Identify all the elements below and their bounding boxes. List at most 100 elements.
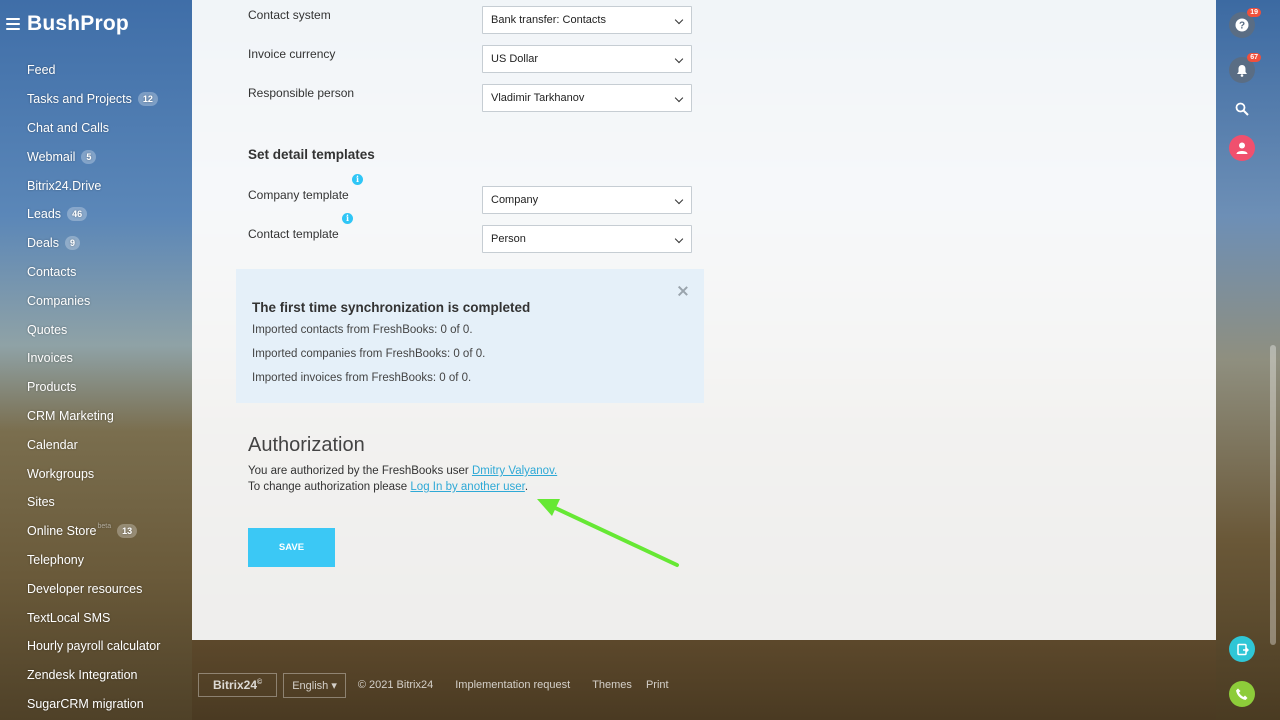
footer-link-implementation[interactable]: Implementation request [455, 679, 570, 691]
counter-badge: 46 [67, 207, 88, 222]
sidebar-item-products[interactable]: Products [27, 373, 160, 402]
footer-brand-text: Bitrix24 [213, 678, 258, 692]
footer: Bitrix24© English ▾ © 2021 Bitrix24 Impl… [198, 671, 669, 699]
sidebar-item-label: Invoices [27, 351, 73, 366]
select-value: US Dollar [491, 53, 539, 65]
sidebar-item-drive[interactable]: Bitrix24.Drive [27, 171, 160, 200]
sidebar-item-label: SugarCRM migration [27, 696, 144, 711]
notifications-button[interactable]: 67 [1229, 53, 1261, 83]
sidebar-item-quotes[interactable]: Quotes [27, 315, 160, 344]
sidebar-item-contacts[interactable]: Contacts [27, 258, 160, 287]
sidebar-item-chat[interactable]: Chat and Calls [27, 114, 160, 143]
beta-label: beta [97, 522, 112, 530]
menu-burger-icon[interactable] [6, 18, 20, 30]
chevron-down-icon [674, 54, 684, 64]
invoice-currency-label: Invoice currency [248, 47, 336, 61]
company-template-select[interactable]: Company [482, 186, 692, 214]
main-panel: Contact system Bank transfer: Contacts I… [192, 0, 1216, 640]
sidebar-item-label: Sites [27, 495, 55, 510]
sidebar-item-telephony[interactable]: Telephony [27, 546, 160, 575]
invoice-currency-select[interactable]: US Dollar [482, 45, 692, 73]
responsible-person-select[interactable]: Vladimir Tarkhanov [482, 84, 692, 112]
sidebar-item-webmail[interactable]: Webmail 5 [27, 142, 160, 171]
info-icon[interactable]: i [352, 174, 363, 185]
sidebar-item-label: Products [27, 380, 77, 395]
notifications-badge: 67 [1247, 53, 1261, 62]
contact-system-label: Contact system [248, 8, 331, 22]
open-lines-button[interactable] [1229, 636, 1255, 662]
sync-notice: The first time synchronization is comple… [236, 269, 704, 403]
contact-system-select[interactable]: Bank transfer: Contacts [482, 6, 692, 34]
chevron-down-icon [674, 15, 684, 25]
auth-change-text: To change authorization please [248, 481, 411, 493]
footer-brand-mark: © [257, 679, 263, 686]
user-avatar[interactable] [1229, 135, 1255, 161]
sidebar-menu: Feed Tasks and Projects 12 Chat and Calls… [27, 56, 160, 718]
search-button[interactable] [1229, 96, 1255, 122]
counter-badge: 5 [81, 149, 97, 164]
sidebar-item-textlocal-sms[interactable]: TextLocal SMS [27, 603, 160, 632]
sidebar-item-tasks[interactable]: Tasks and Projects 12 [27, 85, 160, 114]
sidebar-item-label: Calendar [27, 437, 78, 452]
sidebar-item-label: Contacts [27, 264, 77, 279]
auth-change-suffix: . [524, 481, 529, 493]
sidebar-item-label: Feed [27, 63, 56, 78]
counter-badge: 12 [137, 92, 158, 107]
notice-title: The first time synchronization is comple… [252, 300, 531, 315]
sidebar-item-sugarcrm[interactable]: SugarCRM migration [27, 690, 160, 719]
footer-brand[interactable]: Bitrix24© [198, 673, 278, 697]
select-value: Person [491, 233, 526, 245]
sidebar-item-zendesk[interactable]: Zendesk Integration [27, 661, 160, 690]
sidebar-item-label: Telephony [27, 552, 84, 567]
document-icon [1236, 643, 1249, 655]
bell-icon [1237, 64, 1247, 77]
footer-link-themes[interactable]: Themes [592, 679, 632, 691]
user-icon [1236, 142, 1248, 154]
sidebar-item-label: Online Store [27, 524, 97, 539]
left-sidebar: BushProp Feed Tasks and Projects 12 Chat … [0, 0, 192, 720]
sidebar-item-invoices[interactable]: Invoices [27, 344, 160, 373]
contact-template-select[interactable]: Person [482, 225, 692, 253]
chevron-down-icon [674, 93, 684, 103]
sidebar-item-companies[interactable]: Companies [27, 286, 160, 315]
sidebar-item-label: Webmail [27, 149, 76, 164]
sidebar-item-sites[interactable]: Sites [27, 488, 160, 517]
info-icon[interactable]: i [342, 213, 353, 224]
notice-line: Imported companies from FreshBooks: 0 of… [252, 348, 486, 360]
sidebar-item-online-store[interactable]: Online Store beta 13 [27, 517, 160, 546]
phone-icon [1236, 688, 1248, 700]
save-button[interactable]: SAVE [248, 528, 335, 567]
sidebar-item-deals[interactable]: Deals 9 [27, 229, 160, 258]
sidebar-item-leads[interactable]: Leads 46 [27, 200, 160, 229]
footer-link-print[interactable]: Print [646, 679, 669, 691]
authorized-user-link[interactable]: Dmitry Valyanov. [472, 465, 557, 477]
sidebar-item-payroll-calculator[interactable]: Hourly payroll calculator [27, 632, 160, 661]
sidebar-item-calendar[interactable]: Calendar [27, 430, 160, 459]
sidebar-item-developer-resources[interactable]: Developer resources [27, 574, 160, 603]
sidebar-item-crm-marketing[interactable]: CRM Marketing [27, 402, 160, 431]
call-button[interactable] [1229, 681, 1255, 707]
search-icon [1235, 102, 1249, 116]
sidebar-item-feed[interactable]: Feed [27, 56, 160, 85]
auth-status-line: You are authorized by the FreshBooks use… [248, 465, 557, 477]
footer-copyright: © 2021 Bitrix24 [357, 679, 434, 691]
page-scrollbar[interactable] [1270, 345, 1276, 645]
sidebar-item-label: TextLocal SMS [27, 610, 111, 625]
help-button[interactable]: ? 19 [1229, 8, 1261, 38]
svg-text:?: ? [1239, 21, 1245, 32]
sidebar-item-label: Leads [27, 207, 62, 222]
responsible-person-label: Responsible person [248, 86, 355, 100]
company-template-label: Company template [248, 188, 349, 202]
app-logo[interactable]: BushProp [27, 12, 129, 36]
language-selector[interactable]: English ▾ [283, 672, 346, 698]
login-another-user-link[interactable]: Log In by another user [410, 481, 524, 493]
close-icon[interactable] [678, 286, 688, 296]
help-badge: 19 [1247, 8, 1261, 17]
chevron-down-icon [674, 195, 684, 205]
language-label: English [292, 679, 329, 692]
sidebar-item-label: Deals [27, 236, 59, 251]
notice-line: Imported contacts from FreshBooks: 0 of … [252, 324, 473, 336]
sidebar-item-label: Developer resources [27, 581, 143, 596]
sidebar-item-workgroups[interactable]: Workgroups [27, 459, 160, 488]
chevron-down-icon [674, 234, 684, 244]
